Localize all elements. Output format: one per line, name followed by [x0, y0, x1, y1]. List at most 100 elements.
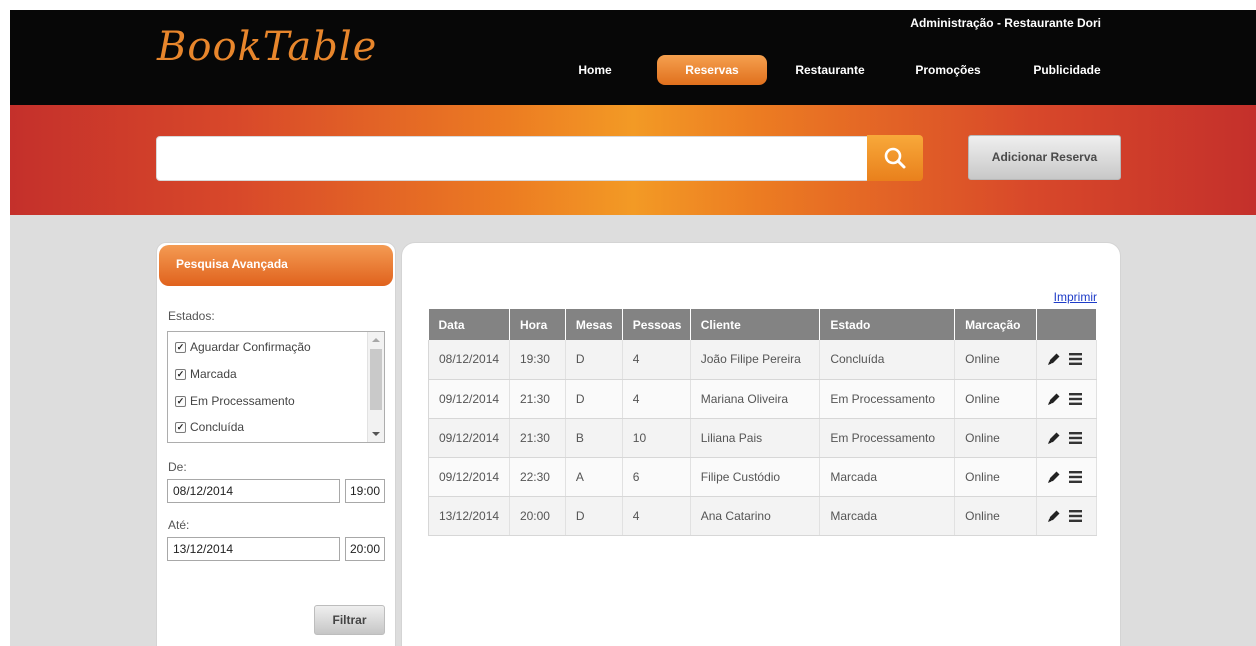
- table-header-row: Data Hora Mesas Pessoas Cliente Estado M…: [428, 309, 1097, 340]
- from-time-input[interactable]: [345, 479, 385, 503]
- nav-promocoes[interactable]: Promoções: [905, 55, 991, 85]
- logo[interactable]: BookTable: [157, 24, 377, 70]
- from-date-input[interactable]: [167, 479, 340, 503]
- table-cell: Online: [954, 379, 1038, 419]
- add-reservation-button[interactable]: Adicionar Reserva: [968, 135, 1121, 180]
- table-cell: Concluída: [819, 340, 956, 380]
- menu-icon[interactable]: [1069, 392, 1083, 405]
- table-cell: D: [565, 496, 623, 536]
- estado-item[interactable]: ✓ Aguardar Confirmação: [175, 338, 311, 356]
- search-button[interactable]: [867, 135, 923, 181]
- to-label: Até:: [168, 518, 190, 532]
- nav-reservas[interactable]: Reservas: [657, 55, 767, 85]
- table-cell: B: [565, 418, 623, 458]
- nav-restaurante[interactable]: Restaurante: [784, 55, 876, 85]
- table-cell: 09/12/2014: [428, 418, 510, 458]
- row-actions: [1036, 457, 1097, 497]
- column-header[interactable]: Data: [428, 309, 510, 340]
- table-cell: Mariana Oliveira: [690, 379, 821, 419]
- table-row[interactable]: 13/12/2014 20:00 D 4 Ana Catarino Marcada Onli…: [428, 496, 1097, 536]
- table-cell: 09/12/2014: [428, 457, 510, 497]
- advanced-search-title: Pesquisa Avançada: [159, 245, 393, 286]
- estado-label: Concluída: [190, 420, 245, 434]
- table-cell: Online: [954, 340, 1038, 380]
- pencil-icon[interactable]: [1047, 431, 1061, 445]
- table-cell: Marcada: [819, 496, 956, 536]
- scrollbar[interactable]: [367, 332, 384, 442]
- reservations-panel: Imprimir Data Hora Mesas Pessoas Cliente…: [401, 242, 1121, 646]
- table-row[interactable]: 09/12/2014 21:30 D 4 Mariana Oliveira Em Proc…: [428, 379, 1097, 419]
- row-actions: [1036, 340, 1097, 380]
- table-cell: Online: [954, 418, 1038, 458]
- checkbox-checked[interactable]: ✓: [175, 368, 186, 380]
- table-cell: João Filipe Pereira: [690, 340, 821, 380]
- header: BookTable Administração - Restaurante Do…: [10, 10, 1256, 105]
- menu-icon[interactable]: [1069, 431, 1083, 444]
- table-cell: 4: [622, 496, 691, 536]
- table-cell: A: [565, 457, 623, 497]
- row-actions: [1036, 379, 1097, 419]
- search-input[interactable]: [156, 136, 868, 181]
- reservations-table: Data Hora Mesas Pessoas Cliente Estado M…: [428, 309, 1097, 536]
- table-cell: 19:30: [509, 340, 566, 380]
- advanced-search-panel: Pesquisa Avançada Estados: ✓ Aguardar Co…: [156, 242, 396, 646]
- checkbox-checked[interactable]: ✓: [175, 421, 186, 433]
- filter-button[interactable]: Filtrar: [314, 605, 385, 635]
- table-row[interactable]: 08/12/2014 19:30 D 4 João Filipe Pereira Conc…: [428, 340, 1097, 380]
- table-body: 08/12/2014 19:30 D 4 João Filipe Pereira Conc…: [428, 340, 1097, 536]
- estado-item[interactable]: ✓ Em Processamento: [175, 392, 295, 410]
- table-cell: 20:00: [509, 496, 566, 536]
- estados-label: Estados:: [168, 309, 215, 323]
- column-header[interactable]: Mesas: [565, 309, 623, 340]
- table-cell: Online: [954, 496, 1038, 536]
- table-cell: Filipe Custódio: [690, 457, 821, 497]
- table-cell: 09/12/2014: [428, 379, 510, 419]
- to-time-input[interactable]: [345, 537, 385, 561]
- scroll-up-icon[interactable]: [372, 338, 380, 342]
- search-banner: Adicionar Reserva: [10, 105, 1256, 215]
- checkbox-checked[interactable]: ✓: [175, 395, 186, 407]
- estado-item[interactable]: ✓ Concluída: [175, 418, 244, 436]
- table-cell: 21:30: [509, 418, 566, 458]
- table-cell: 13/12/2014: [428, 496, 510, 536]
- row-actions: [1036, 418, 1097, 458]
- pencil-icon[interactable]: [1047, 470, 1061, 484]
- to-date-input[interactable]: [167, 537, 340, 561]
- table-cell: 10: [622, 418, 691, 458]
- table-cell: 21:30: [509, 379, 566, 419]
- pencil-icon[interactable]: [1047, 392, 1061, 406]
- estados-list[interactable]: ✓ Aguardar Confirmação ✓ Marcada ✓ Em Pr…: [167, 331, 385, 443]
- menu-icon[interactable]: [1069, 353, 1083, 366]
- page: BookTable Administração - Restaurante Do…: [10, 10, 1256, 646]
- table-cell: Liliana Pais: [690, 418, 821, 458]
- admin-label: Administração - Restaurante Dori: [910, 16, 1101, 30]
- column-header[interactable]: Pessoas: [622, 309, 691, 340]
- column-header[interactable]: Marcação: [954, 309, 1038, 340]
- pencil-icon[interactable]: [1047, 352, 1061, 366]
- table-row[interactable]: 09/12/2014 21:30 B 10 Liliana Pais Em Process…: [428, 418, 1097, 458]
- table-cell: 6: [622, 457, 691, 497]
- menu-icon[interactable]: [1069, 509, 1083, 522]
- scroll-down-icon[interactable]: [372, 432, 380, 436]
- table-cell: D: [565, 340, 623, 380]
- checkbox-checked[interactable]: ✓: [175, 341, 186, 353]
- column-header[interactable]: Estado: [819, 309, 956, 340]
- table-cell: Ana Catarino: [690, 496, 821, 536]
- menu-icon[interactable]: [1069, 470, 1083, 483]
- scroll-thumb[interactable]: [370, 349, 382, 410]
- column-header[interactable]: Cliente: [690, 309, 821, 340]
- nav-home[interactable]: Home: [564, 55, 626, 85]
- estado-label: Aguardar Confirmação: [190, 340, 311, 354]
- print-link[interactable]: Imprimir: [1054, 290, 1097, 304]
- from-label: De:: [168, 460, 187, 474]
- nav-publicidade[interactable]: Publicidade: [1022, 55, 1112, 85]
- row-actions: [1036, 496, 1097, 536]
- table-row[interactable]: 09/12/2014 22:30 A 6 Filipe Custódio Marcada O…: [428, 457, 1097, 497]
- table-cell: Marcada: [819, 457, 956, 497]
- table-cell: 08/12/2014: [428, 340, 510, 380]
- table-cell: Online: [954, 457, 1038, 497]
- estado-item[interactable]: ✓ Marcada: [175, 365, 237, 383]
- table-cell: 4: [622, 340, 691, 380]
- column-header[interactable]: Hora: [509, 309, 566, 340]
- pencil-icon[interactable]: [1047, 509, 1061, 523]
